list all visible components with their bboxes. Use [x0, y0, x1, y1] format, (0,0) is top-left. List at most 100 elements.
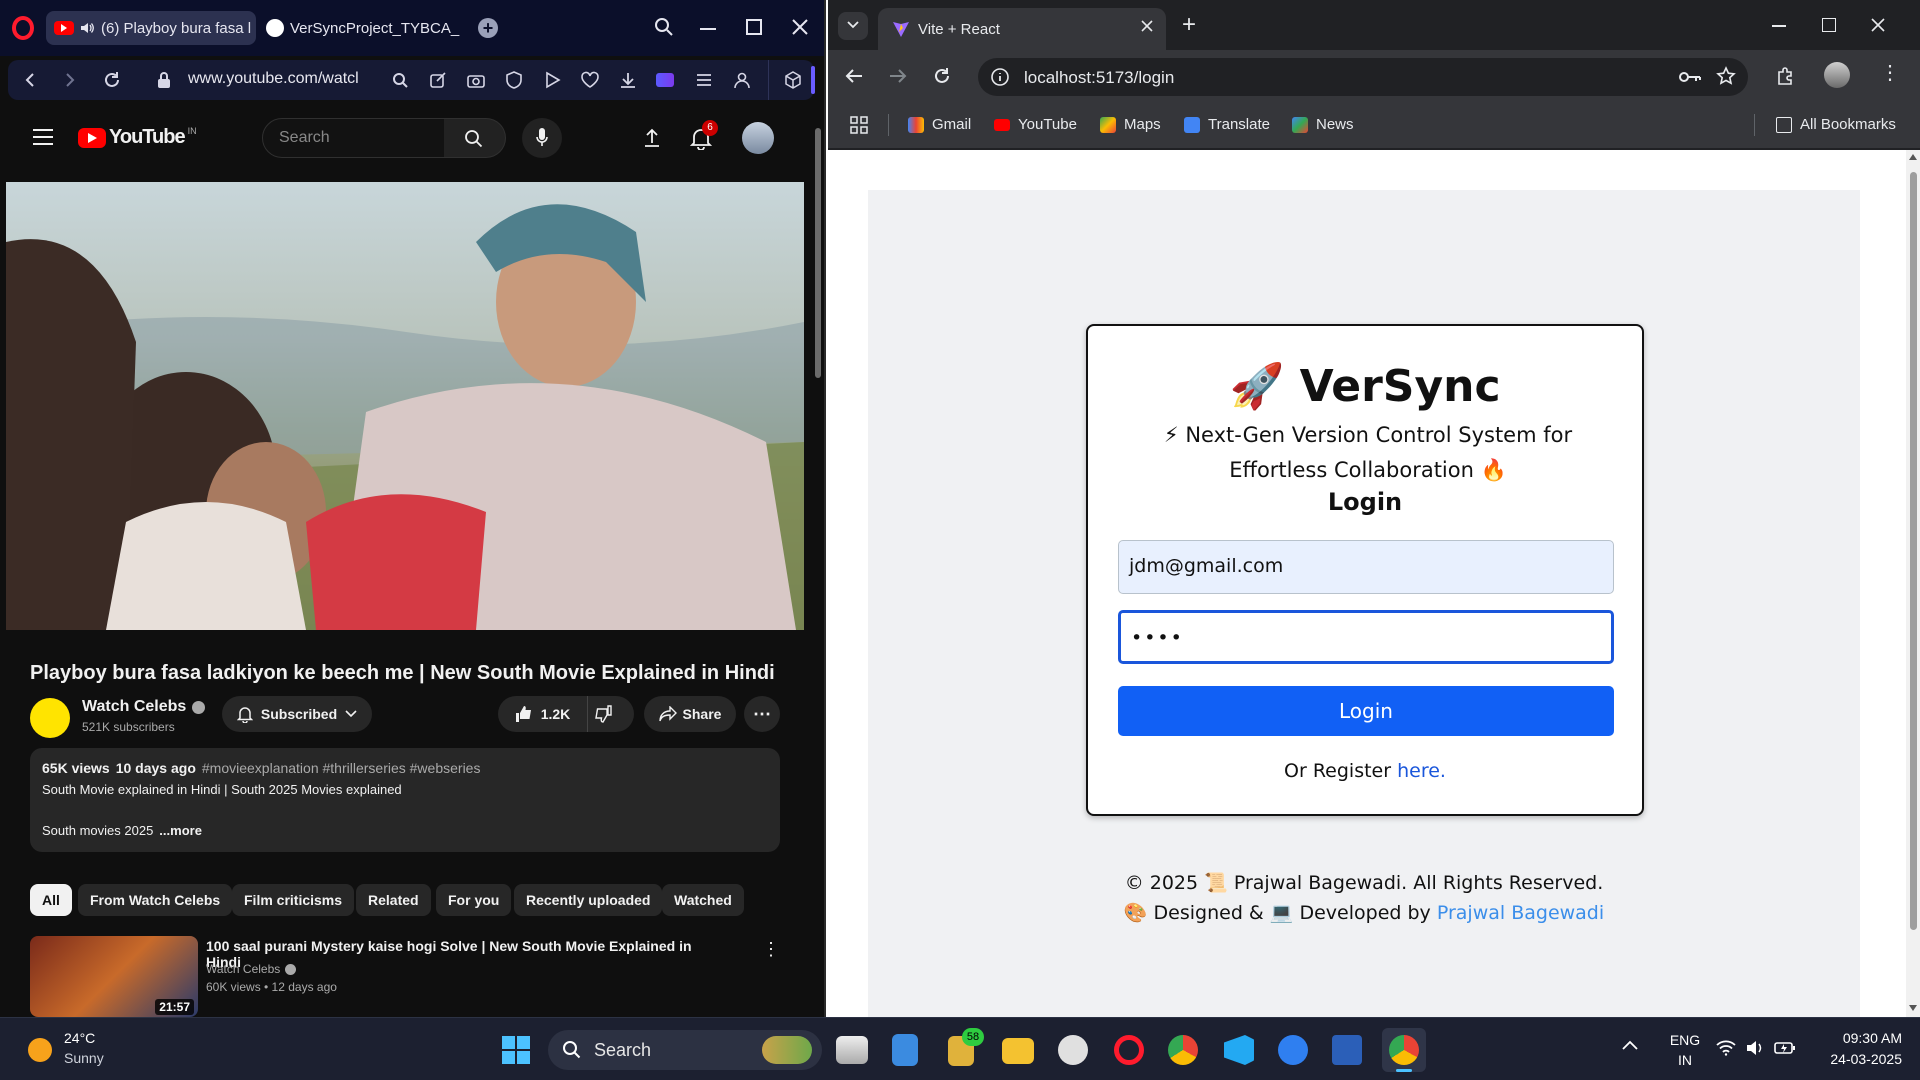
search-icon[interactable]	[390, 70, 410, 90]
apps-grid-icon[interactable]	[850, 116, 868, 134]
reload-icon[interactable]	[102, 70, 122, 90]
chrome-tab-vite[interactable]: Vite + React	[878, 8, 1166, 50]
play-icon[interactable]	[542, 70, 562, 90]
close-icon[interactable]	[790, 17, 810, 37]
video-player[interactable]	[6, 182, 804, 630]
share-button[interactable]: Share	[644, 696, 736, 732]
bookmark-gmail[interactable]: Gmail	[908, 116, 971, 133]
channel-name[interactable]: Watch Celebs	[82, 698, 186, 716]
hamburger-menu-icon[interactable]	[32, 128, 54, 146]
heart-icon[interactable]	[580, 70, 600, 90]
weather-desc[interactable]: Sunny	[64, 1050, 104, 1066]
description-box[interactable]: 65K views 10 days ago #movieexplanation …	[30, 748, 780, 852]
back-icon[interactable]	[20, 70, 40, 90]
sidebar-toggle[interactable]	[768, 60, 815, 100]
maximize-icon[interactable]	[1822, 18, 1836, 32]
subscribed-button[interactable]: Subscribed	[222, 696, 372, 732]
channel-name-row[interactable]: Watch Celebs	[82, 698, 206, 716]
chip-all[interactable]: All	[30, 884, 72, 916]
scrollbar-thumb[interactable]	[815, 128, 821, 378]
clock-time[interactable]: 09:30 AM	[1812, 1030, 1902, 1046]
youtube-scrollbar[interactable]	[812, 108, 824, 1017]
extensions-icon[interactable]	[1776, 66, 1796, 86]
forward-icon[interactable]	[888, 66, 908, 86]
youtube-logo[interactable]: YouTube IN	[78, 126, 197, 149]
scroll-up-icon[interactable]	[1909, 154, 1917, 160]
region-indicator[interactable]: IN	[1668, 1052, 1702, 1068]
battery-icon[interactable]	[1774, 1040, 1796, 1056]
more-link[interactable]: ...more	[159, 823, 202, 838]
language-indicator[interactable]: ENG	[1668, 1032, 1702, 1048]
close-tab-icon[interactable]	[1140, 19, 1154, 33]
scroll-down-icon[interactable]	[1909, 1005, 1917, 1011]
app-store-icon[interactable]	[1278, 1035, 1308, 1065]
opera-tab-github[interactable]: VerSyncProject_TYBCA_SE	[260, 11, 460, 45]
upload-icon[interactable]	[642, 127, 662, 149]
bookmark-youtube[interactable]: YouTube	[994, 116, 1077, 133]
avatar[interactable]	[742, 122, 774, 154]
weather-sun-icon[interactable]	[28, 1038, 52, 1062]
word-icon[interactable]	[1332, 1035, 1362, 1065]
close-icon[interactable]	[1870, 17, 1886, 33]
back-icon[interactable]	[844, 66, 864, 86]
like-button[interactable]: 1.2K	[498, 696, 588, 732]
chrome-active-tab-icon[interactable]	[1382, 1028, 1426, 1072]
channel-avatar[interactable]	[30, 698, 70, 738]
notes-app-icon[interactable]: 58	[948, 1028, 984, 1066]
dislike-button[interactable]	[594, 705, 612, 723]
bookmark-star-icon[interactable]	[1716, 66, 1736, 86]
bookmark-maps[interactable]: Maps	[1100, 116, 1161, 133]
recommended-thumbnail[interactable]: 21:57	[30, 936, 198, 1017]
wifi-icon[interactable]	[1716, 1040, 1736, 1056]
opera-tab-youtube[interactable]: (6) Playboy bura fasa l	[46, 11, 256, 45]
notepad-icon[interactable]	[892, 1034, 918, 1066]
hashtags[interactable]: #movieexplanation #thrillerseries #webse…	[202, 760, 481, 776]
chip-related[interactable]: Related	[356, 884, 431, 916]
file-explorer-icon[interactable]	[1002, 1038, 1034, 1064]
chrome-omnibox[interactable]: localhost:5173/login	[978, 58, 1748, 96]
login-button[interactable]: Login	[1118, 686, 1614, 736]
forward-icon[interactable]	[60, 70, 80, 90]
chip-watched[interactable]: Watched	[662, 884, 744, 916]
reload-icon[interactable]	[932, 66, 952, 86]
email-field[interactable]: jdm@gmail.com	[1118, 540, 1614, 594]
vscode-icon[interactable]	[1224, 1035, 1254, 1065]
download-icon[interactable]	[618, 70, 638, 90]
menu-lines-icon[interactable]	[694, 70, 714, 90]
youtube-search-input[interactable]: Search	[262, 118, 446, 158]
minimize-icon[interactable]	[1772, 25, 1786, 27]
lock-icon[interactable]	[154, 70, 174, 90]
clock-date[interactable]: 24-03-2025	[1812, 1051, 1902, 1067]
chrome-taskbar-icon[interactable]	[1168, 1035, 1198, 1065]
chip-recently-uploaded[interactable]: Recently uploaded	[514, 884, 663, 916]
author-link[interactable]: Prajwal Bagewadi	[1437, 902, 1604, 924]
recommended-channel[interactable]: Watch Celebs	[206, 962, 280, 976]
register-link[interactable]: here.	[1397, 760, 1446, 782]
opera-logo-icon[interactable]	[12, 16, 34, 40]
profile-icon[interactable]	[732, 70, 752, 90]
kebab-menu-icon[interactable]: ⋮	[1880, 63, 1900, 83]
profile-avatar[interactable]	[1824, 62, 1850, 88]
youtube-search-button[interactable]	[444, 118, 506, 158]
maximize-icon[interactable]	[746, 19, 762, 35]
new-tab-icon[interactable]: +	[1182, 13, 1196, 37]
opera-address-bar[interactable]: www.youtube.com/watcl	[8, 60, 815, 100]
edit-icon[interactable]	[428, 70, 448, 90]
chip-film-criticisms[interactable]: Film criticisms	[232, 884, 355, 916]
task-view-icon[interactable]	[836, 1036, 868, 1064]
scrollbar-thumb[interactable]	[1910, 172, 1917, 930]
speaker-icon[interactable]	[79, 20, 95, 36]
minimize-icon[interactable]	[700, 28, 716, 30]
all-bookmarks[interactable]: All Bookmarks	[1776, 116, 1896, 133]
page-scrollbar[interactable]	[1906, 150, 1920, 1017]
tab-search-button[interactable]	[838, 12, 868, 40]
notifications-bell-icon[interactable]: 6	[690, 120, 718, 150]
bookmark-news[interactable]: News	[1292, 116, 1354, 133]
camera-icon[interactable]	[466, 70, 486, 90]
bookmark-translate[interactable]: Translate	[1184, 116, 1270, 133]
taskbar-search-box[interactable]: Search	[548, 1030, 822, 1070]
kebab-menu-icon[interactable]: ⋮	[762, 940, 780, 958]
password-field[interactable]: ••••	[1118, 610, 1614, 664]
chip-from-watch-celebs[interactable]: From Watch Celebs	[78, 884, 233, 916]
volume-icon[interactable]	[1746, 1040, 1764, 1056]
